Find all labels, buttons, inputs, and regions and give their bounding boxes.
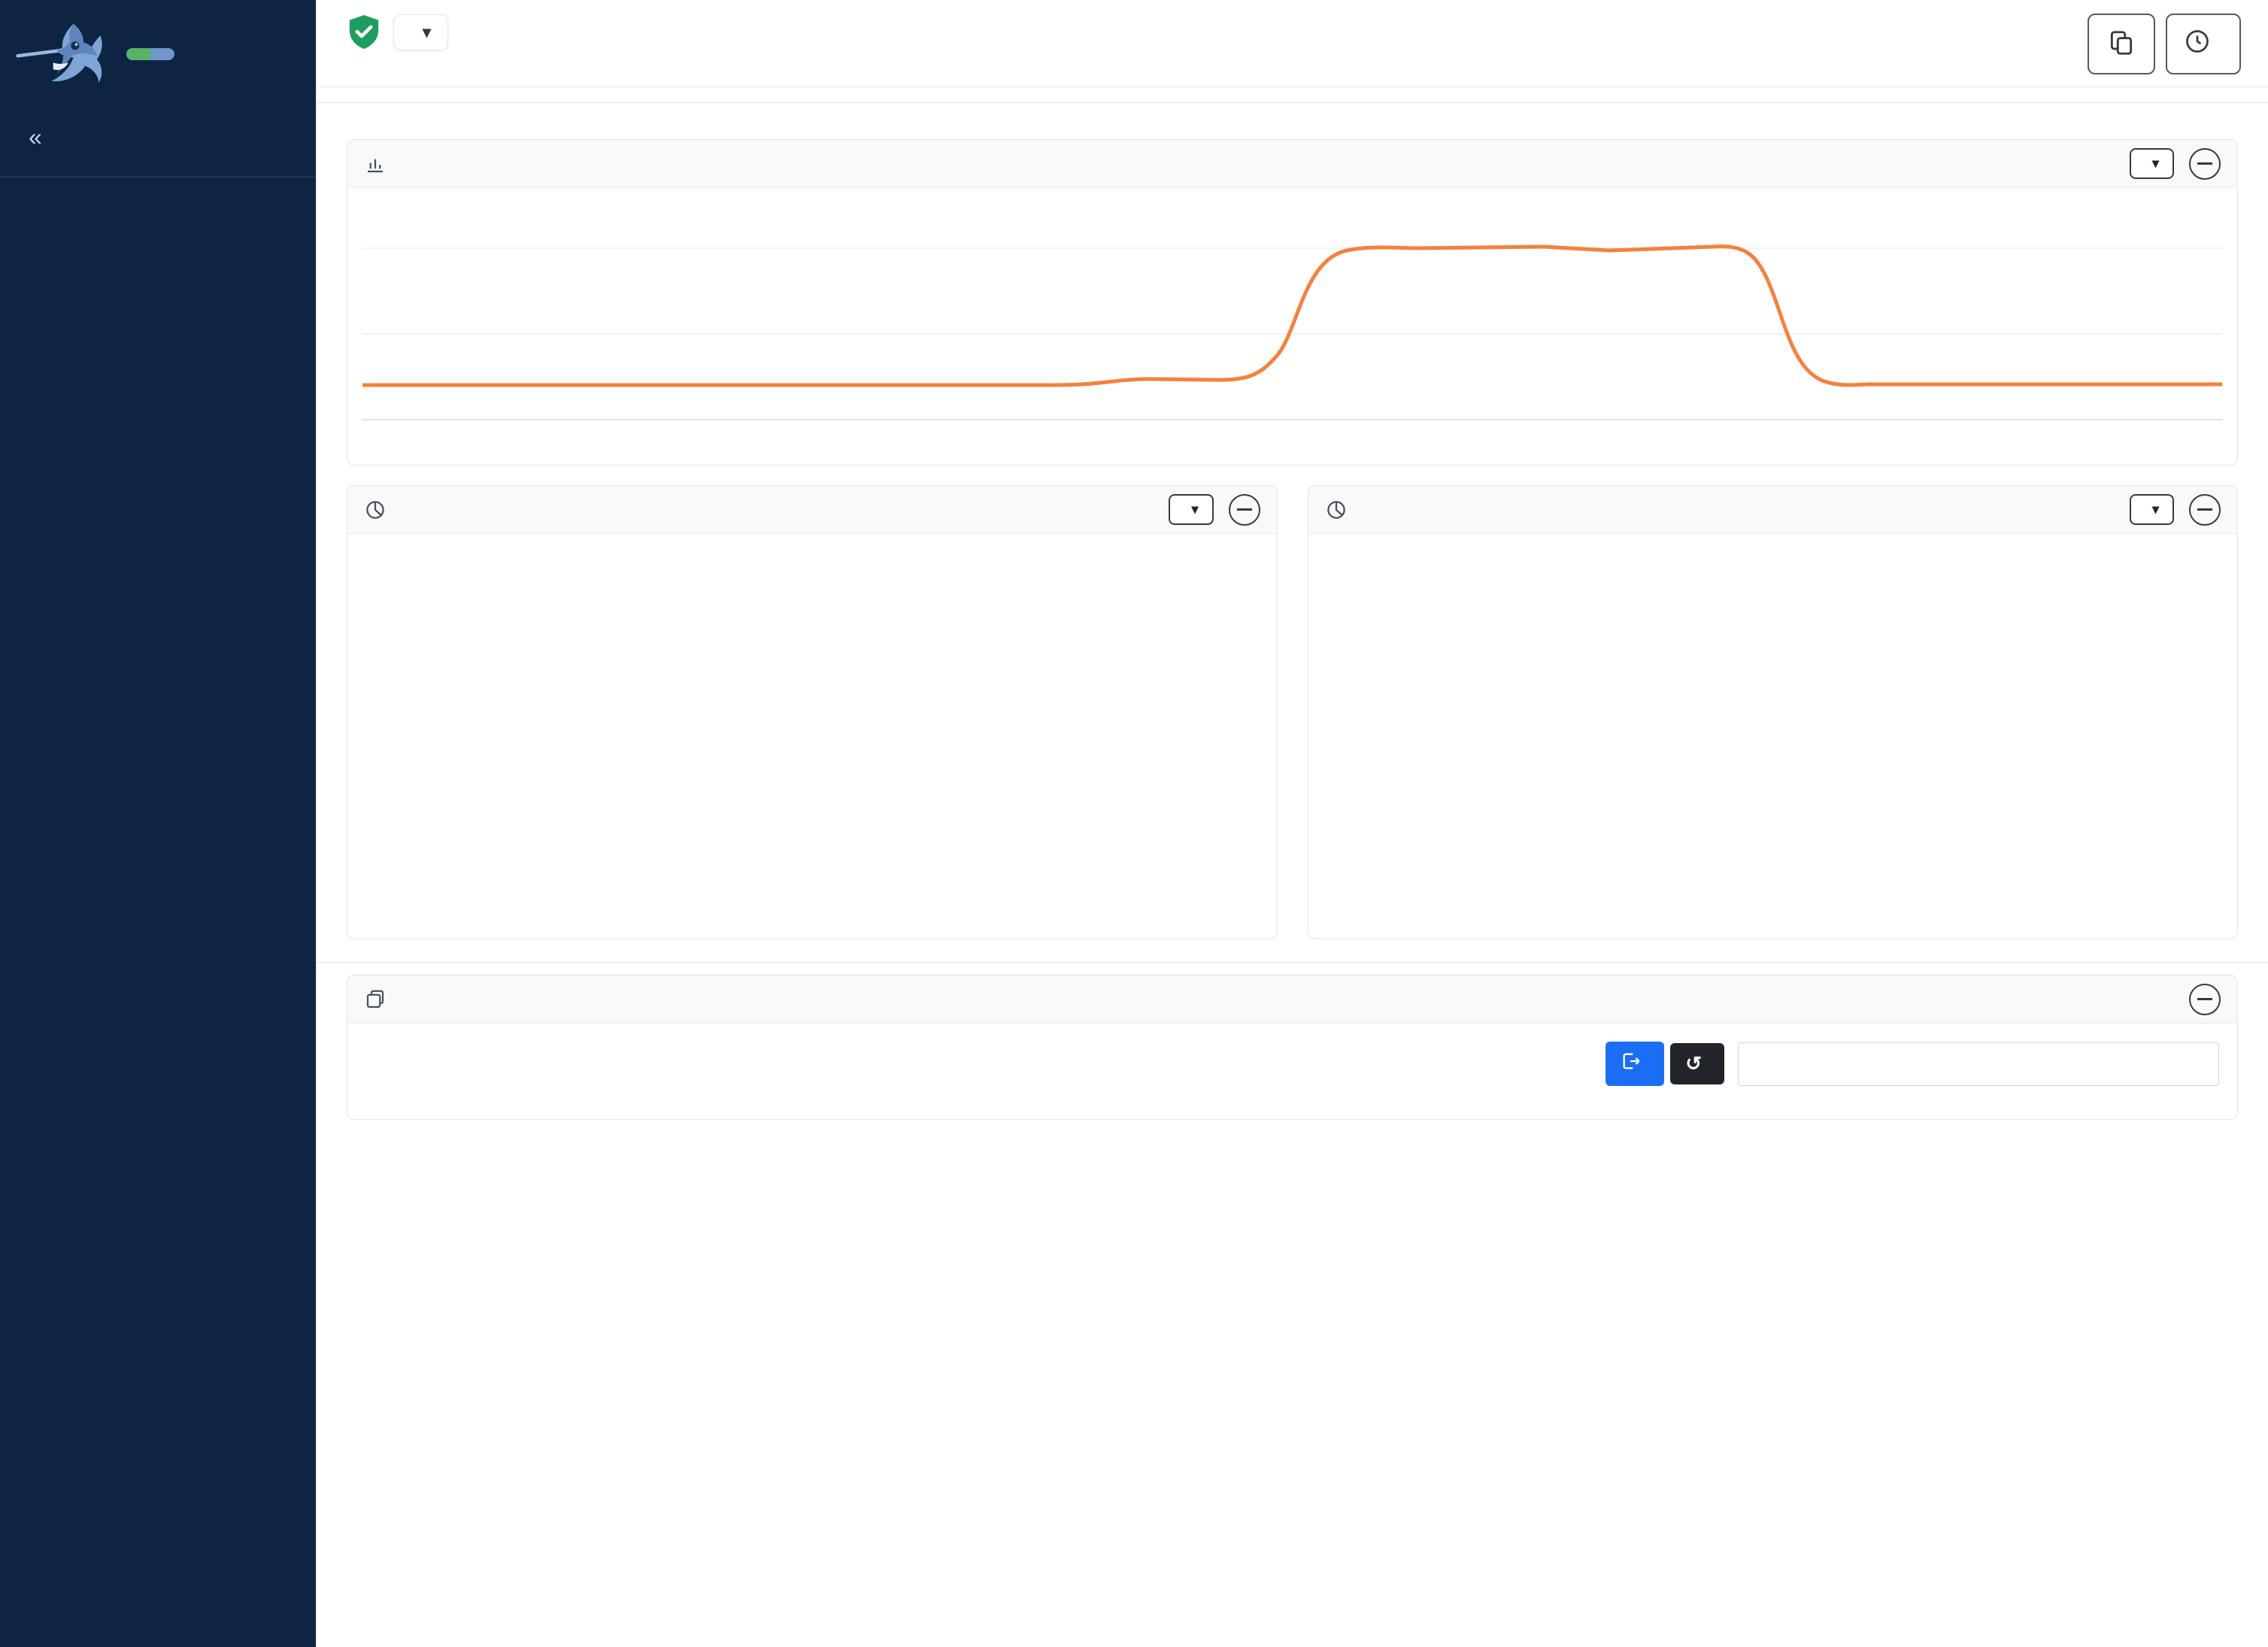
topbar: ▾ <box>317 0 2268 87</box>
undo-icon: ↺ <box>1685 1052 1702 1075</box>
collapse-panel-button[interactable] <box>2189 494 2221 526</box>
bar-chart-icon <box>364 153 387 175</box>
chevron-down-icon: ▾ <box>1191 502 1198 517</box>
chevron-down-icon: ▾ <box>423 23 431 42</box>
copy-button[interactable] <box>2088 14 2155 74</box>
marlin-logo-icon <box>14 12 125 96</box>
search-input[interactable] <box>1738 1042 2219 1086</box>
db-time-line <box>362 247 2222 385</box>
top-waits-panel: ▾ <box>1308 485 2239 939</box>
chevrons-left-icon: « <box>29 123 42 151</box>
chevron-down-icon: ▾ <box>2152 156 2159 171</box>
copy-icon <box>2107 29 2136 59</box>
main-content: ▾ <box>316 0 2268 1647</box>
collapse-panel-button[interactable] <box>2189 148 2221 180</box>
pie-chart-icon <box>364 499 387 521</box>
collapse-panel-button[interactable] <box>1229 494 1260 526</box>
time-spent-panel: ▾ <box>347 139 2238 466</box>
brand-marlin <box>150 48 174 60</box>
top-statements-panel: ▾ <box>347 485 1278 939</box>
metric-cards <box>317 103 2268 127</box>
statements-panel: ↺ <box>347 975 2238 1120</box>
waits-chart-select[interactable]: ▾ <box>2130 494 2174 525</box>
statements-panel-header <box>347 975 2237 1024</box>
brand-badge <box>126 48 174 60</box>
statements-toolbar: ↺ <box>347 1024 2237 1090</box>
pie-chart-icon <box>1325 499 1348 521</box>
statements-chart-select[interactable]: ▾ <box>1169 494 1213 525</box>
clock-icon <box>2184 28 2211 61</box>
statements-icon <box>364 988 387 1011</box>
activity-line-chart[interactable] <box>362 194 2222 459</box>
brand-logo <box>0 0 316 101</box>
clear-button[interactable]: ↺ <box>1670 1043 1724 1084</box>
waits-donut-chart[interactable] <box>1308 534 2238 939</box>
time-range-button[interactable] <box>2166 14 2241 74</box>
collapse-panel-button[interactable] <box>2189 984 2221 1015</box>
time-spent-panel-header: ▾ <box>347 140 2237 188</box>
top-waits-donut <box>1308 534 2238 939</box>
health-shield-icon <box>347 14 381 51</box>
charts-row: ▾ ▾ <box>347 485 2238 939</box>
topbar-right <box>2088 14 2241 74</box>
export-icon <box>1621 1051 1642 1077</box>
sidebar: « <box>0 0 316 1647</box>
top-statements-header: ▾ <box>347 486 1277 534</box>
time-spent-chart <box>347 188 2237 465</box>
statements-donut-chart[interactable] <box>347 534 1277 939</box>
detail-tabbar <box>317 939 2268 963</box>
export-button[interactable] <box>1605 1042 1664 1086</box>
top-waits-header: ▾ <box>1308 486 2238 534</box>
main-tabbar <box>317 87 2268 103</box>
hide-menu-button[interactable]: « <box>0 101 316 177</box>
top-statements-donut <box>347 534 1277 939</box>
instance-selector[interactable]: ▾ <box>393 14 448 50</box>
brand-db <box>126 48 150 60</box>
topbar-left: ▾ <box>347 14 448 66</box>
activity-chart-select[interactable]: ▾ <box>2130 148 2174 179</box>
chevron-down-icon: ▾ <box>2152 502 2159 517</box>
